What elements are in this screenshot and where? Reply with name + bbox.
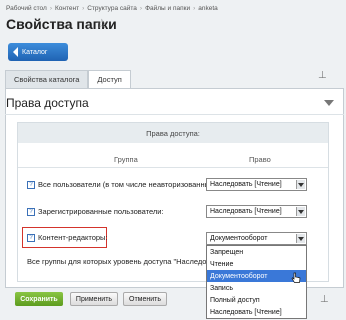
breadcrumb-item-site-structure[interactable]: Структура сайта [87,5,137,12]
breadcrumb-item-files-folders[interactable]: Файлы и папки [145,5,190,12]
pin-icon[interactable]: ⊥ [318,70,327,81]
access-row-label: Зарегистрированные пользователи: [38,207,164,216]
dropdown-option[interactable]: Наследовать [Чтение] [207,306,306,318]
breadcrumb-item-desktop[interactable]: Рабочий стол [6,5,47,12]
access-table-header: Права доступа: [18,123,328,143]
breadcrumb-separator: › [49,5,52,12]
help-icon[interactable]: ? [27,233,35,242]
star-icon[interactable]: ☆ [96,16,108,32]
chevron-down-icon[interactable] [296,234,305,243]
tab-folder-properties[interactable]: Свойства каталога [5,70,89,88]
breadcrumb-item-content[interactable]: Контент [55,5,79,12]
right-select-all-users[interactable]: Наследовать [Чтение] [206,178,307,191]
column-header-divider [18,167,328,168]
breadcrumb-separator: › [193,5,196,12]
dropdown-option[interactable]: Запрещен [207,246,306,258]
select-value: Наследовать [Чтение] [210,181,282,188]
right-select-content-editors[interactable]: Документооборот [206,232,307,245]
select-value: Наследовать [Чтение] [210,208,282,215]
column-header-right: Право [249,155,271,164]
breadcrumb-separator: › [139,5,143,12]
catalog-back-label: Каталог [22,48,48,56]
save-button[interactable]: Сохранить [15,292,63,306]
access-row-content-editors: ? Контент-редакторы: [27,233,108,242]
help-icon[interactable]: ? [27,207,35,216]
section-divider [5,114,344,115]
dropdown-option[interactable]: Полный доступ [207,294,306,306]
catalog-back-button[interactable]: Каталог [8,43,68,61]
pin-icon[interactable]: ⊥ [320,294,329,305]
tab-bar: Свойства каталога Доступ [5,70,131,88]
hand-cursor-icon [291,272,301,283]
arrow-left-icon [13,47,18,57]
tab-access[interactable]: Доступ [88,70,131,88]
right-select-registered-users[interactable]: Наследовать [Чтение] [206,205,307,218]
column-header-group: Группа [114,155,138,164]
help-icon[interactable]: ? [27,180,35,189]
collapse-icon[interactable] [324,100,334,106]
breadcrumb-item-anketa[interactable]: anketa [198,5,218,12]
inherit-groups-label: Все группы для которых уровень доступа "… [27,257,227,266]
access-row-registered-users: ? Зарегистрированные пользователи: [27,207,164,216]
chevron-down-icon[interactable] [296,180,305,189]
access-row-label: Все пользователи (в том числе неавторизо… [38,180,219,189]
select-value: Документооборот [210,235,268,242]
dropdown-option[interactable]: Чтение [207,258,306,270]
section-title: Права доступа [6,96,89,110]
chevron-down-icon[interactable] [296,207,305,216]
access-row-all-users: ? Все пользователи (в том числе неавтори… [27,180,219,189]
breadcrumb: Рабочий стол › Контент › Структура сайта… [6,3,218,14]
apply-button[interactable]: Применить [70,292,118,306]
breadcrumb-separator: › [82,5,85,12]
cancel-button[interactable]: Отменить [123,292,167,306]
access-row-label: Контент-редакторы: [38,233,108,242]
